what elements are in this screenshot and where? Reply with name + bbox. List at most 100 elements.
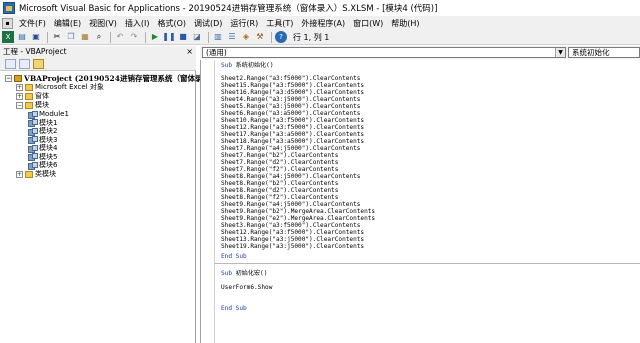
project-tree: − VBAProject (20190524进销存管理系统（窗体录入） + Mi… [0,71,218,343]
properties-icon[interactable]: ☰ [226,31,238,43]
toolbar-separator [110,31,111,43]
keyword-sub: Sub [221,270,233,277]
menu-run[interactable]: 运行(R) [228,18,264,29]
tree-item-forms[interactable]: + 窗体 [16,92,49,101]
code-line: Sheet2.Range("a3:f5000").ClearContents [221,75,361,82]
reset-icon[interactable]: ■ [177,31,189,43]
project-explorer-icon[interactable]: ▥ [212,31,224,43]
toggle-folders-icon[interactable] [33,58,44,69]
save-icon[interactable]: ▣ [30,31,42,43]
code-line: Sheet7.Range("f2").ClearContents [221,166,339,173]
margin-indicator-bar [214,60,215,343]
tree-item-modules[interactable]: − 模块 [16,101,49,110]
code-line: Sheet7.Range("d2").ClearContents [221,159,339,166]
folder-icon [25,170,33,178]
code-line: Sheet7.Range("a4:j5000").ClearContents [221,145,361,152]
sub-name: 初始化宏() [232,270,268,277]
toolbar-separator [208,31,209,43]
menu-file[interactable]: 文件(F) [17,18,52,29]
break-icon[interactable]: ❚❚ [162,31,175,43]
code-line: Sheet8.Range("f2").ClearContents [221,194,339,201]
tree-item-module[interactable]: 模块6 [28,161,57,170]
collapse-icon[interactable]: − [5,74,12,82]
menu-debug[interactable]: 调试(D) [192,18,228,29]
code-line: Sheet15.Range("a3:f5000").ClearContents [221,82,365,89]
cut-icon[interactable]: ✂ [51,31,63,43]
menu-edit[interactable]: 编辑(E) [52,18,87,29]
code-line: Sheet10.Range("a3:f5000").ClearContents [221,117,365,124]
menu-view[interactable]: 视图(V) [87,18,123,29]
redo-icon[interactable]: ↷ [128,31,140,43]
keyword-sub: Sub [221,62,233,69]
code-line: Sheet13.Range("a3:j5000").ClearContents [221,236,365,243]
undo-icon[interactable]: ↶ [114,31,126,43]
code-line: Sheet8.Range("a4:j5000").ClearContents [221,173,361,180]
module-icon [28,127,38,136]
object-combo[interactable]: (通用) ▼ [202,47,566,58]
menu-tools[interactable]: 工具(T) [264,18,299,29]
code-line: Sheet9.Range("b2").MergeArea.ClearConten… [221,208,376,215]
code-line: Sheet12.Range("a3:f5000").ClearContents [221,229,365,236]
find-icon[interactable]: ⌕ [93,31,105,43]
design-mode-icon[interactable]: ◪ [191,31,203,43]
project-pane-toolbar [0,57,196,71]
menu-bar: ▪ 文件(F) 编辑(E) 视图(V) 插入(I) 格式(O) 调试(D) 运行… [0,16,640,30]
code-line: Sheet4.Range("a3:j5000").ClearContents [221,96,361,103]
paste-icon[interactable]: ▦ [79,31,91,43]
standard-toolbar: X ▤ ▣ ✂ ❐ ▦ ⌕ ↶ ↷ ▶ ❚❚ ■ ◪ ▥ ☰ ◈ ⚒ ? 行 1… [0,30,640,45]
code-line: Sheet9.Range("a4:j5000").ClearContents [221,201,361,208]
code-line: Sheet8.Range("b2").ClearContents [221,180,339,187]
toolbox-icon[interactable]: ⚒ [254,31,266,43]
code-line: Sheet12.Range("a3:f5000").ClearContents [221,124,365,131]
expand-icon[interactable]: + [16,83,23,91]
module-icon [28,110,38,119]
menu-addins[interactable]: 外接程序(A) [299,18,351,29]
folder-icon [25,101,33,109]
chevron-down-icon[interactable]: ▼ [555,48,565,57]
tree-item-label: 模块 [35,101,49,110]
object-browser-icon[interactable]: ◈ [240,31,252,43]
procedure-separator [215,263,640,264]
menu-insert[interactable]: 插入(I) [123,18,156,29]
window-title: Microsoft Visual Basic for Applications … [19,4,438,14]
code-line: Sheet6.Range("a3:a5000").ClearContents [221,110,361,117]
view-code-icon[interactable] [5,58,16,69]
cursor-position: 行 1, 列 1 [293,32,330,42]
toolbar-separator [47,31,48,43]
project-pane-header: 工程 - VBAProject × [0,46,196,57]
run-icon[interactable]: ▶ [149,31,161,43]
module-icon [28,161,38,170]
code-line: Sheet7.Range("b2").ClearContents [221,152,339,159]
procedure-combo-value: 系统初始化 [572,48,610,57]
view-object-icon[interactable] [19,58,30,69]
expand-icon[interactable]: + [16,170,23,178]
end-sub-line: End Sub [221,253,247,260]
code-line: Sheet17.Range("a3:a5000").ClearContents [221,131,365,138]
code-line: Sub 系统初始化() [221,62,274,69]
insert-module-icon[interactable]: ▤ [16,31,28,43]
tree-root[interactable]: − VBAProject (20190524进销存管理系统（窗体录入） [5,74,218,83]
tree-item-excel-objects[interactable]: + Microsoft Excel 对象 [16,83,104,92]
help-icon[interactable]: ? [275,31,287,43]
code-line: Sheet9.Range("e2").MergeArea.ClearConten… [221,215,376,222]
code-line: Sheet5.Range("a3:j5000").ClearContents [221,103,361,110]
excel-icon[interactable]: X [2,31,14,43]
menu-help[interactable]: 帮助(H) [389,18,425,29]
menu-format[interactable]: 格式(O) [155,18,192,29]
vba-app-icon [3,2,15,14]
menu-window[interactable]: 窗口(W) [351,18,389,29]
copy-icon[interactable]: ❐ [65,31,77,43]
procedure-combo[interactable]: 系统初始化 [568,47,640,58]
expand-icon[interactable]: + [16,92,23,100]
title-bar: Microsoft Visual Basic for Applications … [0,0,640,16]
collapse-icon[interactable]: − [16,101,23,109]
vba-project-icon [14,74,22,82]
project-pane-title: 工程 - VBAProject [3,47,67,56]
tree-item-class-modules[interactable]: + 类模块 [16,170,56,179]
code-line: UserForm6.Show [221,284,273,291]
close-icon[interactable]: × [186,47,193,56]
system-menu-icon[interactable]: ▪ [2,17,13,29]
toolbar-separator [271,31,272,43]
code-line: Sheet19.Range("a3:j5000").ClearContents [221,243,365,250]
folder-icon [25,83,33,91]
